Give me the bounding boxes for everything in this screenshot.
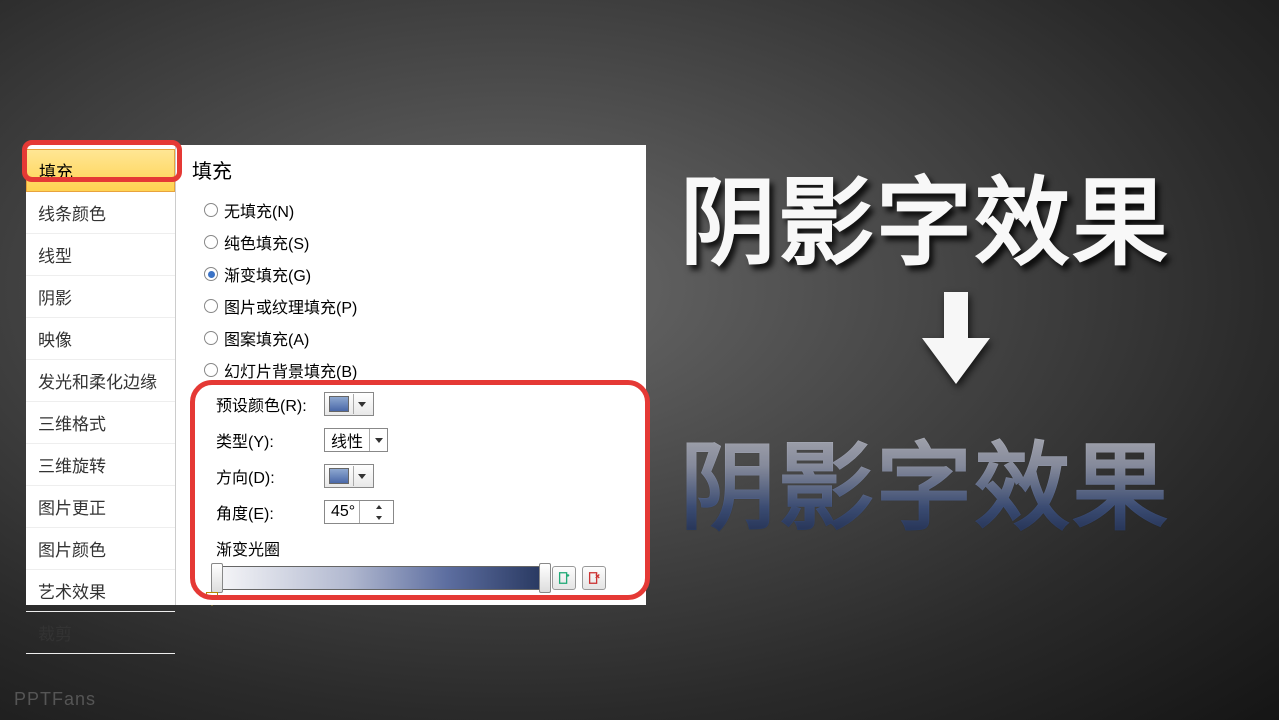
angle-label: 角度(E): <box>216 500 316 524</box>
sidebar-item-pic-corrections[interactable]: 图片更正 <box>26 486 175 528</box>
gradient-stops-section: 渐变光圈 <box>192 530 630 590</box>
radio-label: 图片或纹理填充(P) <box>224 294 357 318</box>
panel-title: 填充 <box>192 155 630 184</box>
preset-color-row: 预设颜色(R): <box>192 386 630 422</box>
radio-solid-fill[interactable]: 纯色填充(S) <box>192 226 630 258</box>
radio-slide-bg-fill[interactable]: 幻灯片背景填充(B) <box>192 354 630 386</box>
preset-color-label: 预设颜色(R): <box>216 392 316 416</box>
radio-label: 幻灯片背景填充(B) <box>224 358 357 382</box>
radio-label: 无填充(N) <box>224 198 294 222</box>
radio-label: 图案填充(A) <box>224 326 309 350</box>
radio-gradient-fill[interactable]: 渐变填充(G) <box>192 258 630 290</box>
sidebar-item-fill[interactable]: 填充 <box>26 149 175 192</box>
gradient-stop-handle[interactable] <box>211 563 223 593</box>
radio-pattern-fill[interactable]: 图案填充(A) <box>192 322 630 354</box>
chevron-down-icon <box>353 394 369 414</box>
spinner-buttons[interactable] <box>359 501 394 523</box>
color-swatch-icon <box>329 396 349 412</box>
category-sidebar: 填充 线条颜色 线型 阴影 映像 发光和柔化边缘 三维格式 三维旋转 图片更正 … <box>26 145 176 605</box>
type-dropdown[interactable]: 线性 <box>324 428 388 452</box>
demo-text-before: 阴影字效果 <box>680 145 1170 284</box>
radio-icon <box>204 267 218 281</box>
gradient-stop-handle[interactable] <box>539 563 551 593</box>
add-stop-icon <box>557 571 571 585</box>
type-row: 类型(Y): 线性 <box>192 422 630 458</box>
remove-stop-icon <box>587 571 601 585</box>
gradient-stops-label: 渐变光圈 <box>216 536 630 560</box>
type-value: 线性 <box>331 428 363 452</box>
angle-value: 45° <box>325 503 359 521</box>
sidebar-item-3d-format[interactable]: 三维格式 <box>26 402 175 444</box>
radio-icon <box>204 299 218 313</box>
demo-text-after: 阴影字效果 <box>680 410 1170 549</box>
sidebar-item-reflection[interactable]: 映像 <box>26 318 175 360</box>
sidebar-item-glow[interactable]: 发光和柔化边缘 <box>26 360 175 402</box>
spinner-up-icon[interactable] <box>366 501 394 512</box>
radio-no-fill[interactable]: 无填充(N) <box>192 194 630 226</box>
spinner-down-icon[interactable] <box>366 512 394 523</box>
chevron-down-icon <box>353 466 369 486</box>
fill-panel: 填充 无填充(N) 纯色填充(S) 渐变填充(G) 图片或纹理填充(P) 图案填… <box>176 145 646 605</box>
radio-icon <box>204 203 218 217</box>
radio-label: 纯色填充(S) <box>224 230 309 254</box>
radio-icon <box>204 331 218 345</box>
type-label: 类型(Y): <box>216 428 316 452</box>
angle-row: 角度(E): 45° <box>192 494 630 530</box>
format-shape-dialog: 填充 线条颜色 线型 阴影 映像 发光和柔化边缘 三维格式 三维旋转 图片更正 … <box>26 145 646 605</box>
sidebar-item-line-color[interactable]: 线条颜色 <box>26 192 175 234</box>
radio-picture-fill[interactable]: 图片或纹理填充(P) <box>192 290 630 322</box>
sidebar-item-pic-color[interactable]: 图片颜色 <box>26 528 175 570</box>
radio-label: 渐变填充(G) <box>224 262 311 286</box>
remove-stop-button[interactable] <box>582 566 606 590</box>
direction-swatch-icon <box>329 468 349 484</box>
radio-icon <box>204 363 218 377</box>
direction-label: 方向(D): <box>216 464 316 488</box>
sidebar-item-3d-rotation[interactable]: 三维旋转 <box>26 444 175 486</box>
sidebar-item-crop[interactable]: 裁剪 <box>26 612 175 654</box>
add-stop-button[interactable] <box>552 566 576 590</box>
stop-pointer-icon <box>206 592 218 606</box>
chevron-down-icon <box>369 429 387 451</box>
watermark: PPTFans <box>14 689 96 710</box>
gradient-slider[interactable] <box>216 566 546 590</box>
angle-spinner[interactable]: 45° <box>324 500 394 524</box>
direction-dropdown[interactable] <box>324 464 374 488</box>
preset-color-dropdown[interactable] <box>324 392 374 416</box>
sidebar-item-shadow[interactable]: 阴影 <box>26 276 175 318</box>
sidebar-item-line-style[interactable]: 线型 <box>26 234 175 276</box>
sidebar-item-artistic[interactable]: 艺术效果 <box>26 570 175 612</box>
radio-icon <box>204 235 218 249</box>
arrow-down-icon <box>920 292 992 384</box>
direction-row: 方向(D): <box>192 458 630 494</box>
